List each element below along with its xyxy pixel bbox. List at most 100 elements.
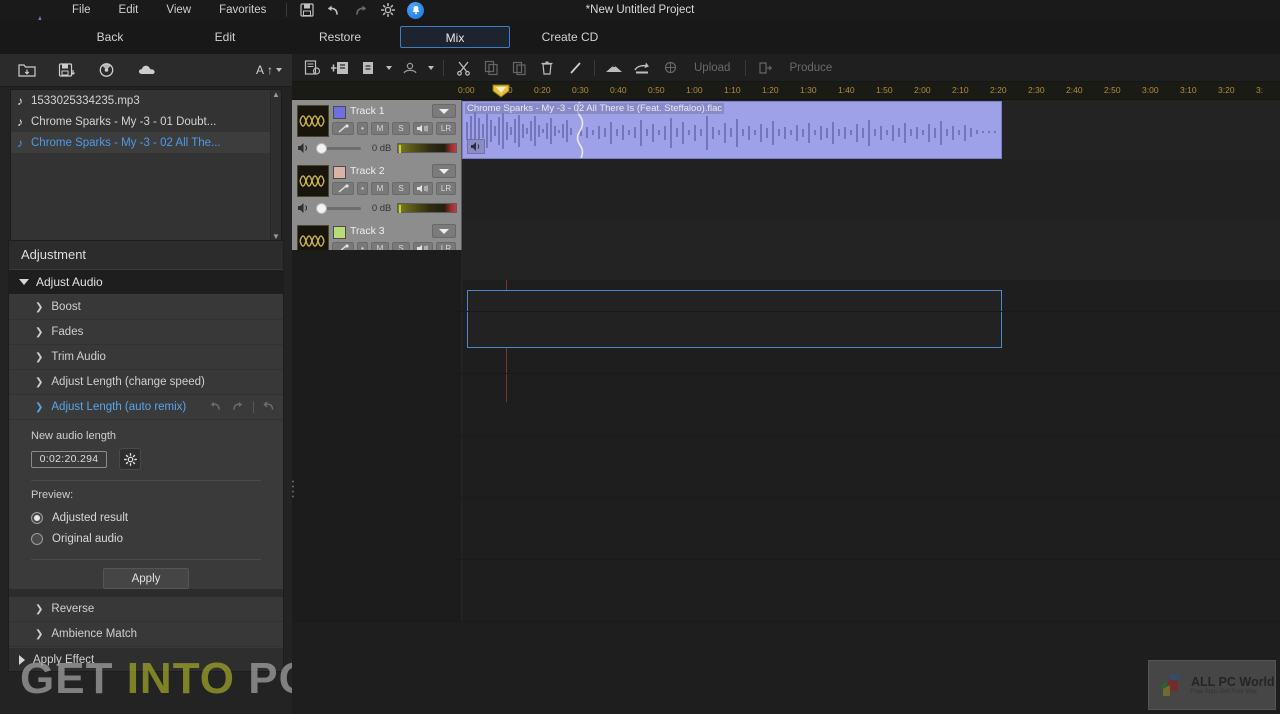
track-header-1[interactable]: Track 1 • M S LR 0 dB — [292, 100, 462, 160]
envelope-icon[interactable] — [600, 56, 628, 80]
track-output-icon[interactable] — [413, 122, 433, 135]
menu-edit[interactable]: Edit — [105, 0, 153, 20]
library-scrollbar[interactable]: ▲ ▼ — [270, 90, 281, 240]
track-lane-1[interactable]: Chrome Sparks - My -3 - 02 All There Is … — [462, 100, 1280, 160]
menu-favorites[interactable]: Favorites — [205, 0, 280, 20]
adjust-row-change-speed[interactable]: ❯ Adjust Length (change speed) — [9, 370, 283, 395]
adjust-row-fades[interactable]: ❯ Fades — [9, 320, 283, 345]
sort-order-dropdown[interactable]: A ↑ — [256, 63, 282, 77]
empty-track-row[interactable] — [292, 560, 1280, 622]
notification-badge-icon[interactable] — [407, 1, 425, 19]
empty-track-row[interactable] — [292, 436, 1280, 498]
import-cd-icon[interactable] — [94, 59, 120, 81]
slider-knob[interactable] — [316, 202, 327, 214]
copy-icon[interactable] — [477, 56, 505, 80]
empty-track-row[interactable] — [292, 498, 1280, 560]
undo-icon[interactable] — [209, 400, 222, 414]
adjust-audio-section-header[interactable]: Adjust Audio — [9, 269, 283, 295]
chevron-down-icon[interactable] — [424, 56, 438, 80]
radio-adjusted-result[interactable]: Adjusted result — [31, 507, 261, 528]
playhead-marker-icon[interactable] — [492, 84, 510, 98]
speaker-icon[interactable] — [297, 201, 310, 215]
delete-icon[interactable] — [533, 56, 561, 80]
mix-icon[interactable] — [656, 56, 684, 80]
adjust-row-ambience-match[interactable]: ❯ Ambience Match — [9, 622, 283, 647]
radio-original-audio[interactable]: Original audio — [31, 528, 261, 549]
track-properties-icon[interactable] — [298, 56, 326, 80]
audio-clip[interactable]: Chrome Sparks - My -3 - 02 All There Is … — [462, 101, 1002, 159]
gear-icon[interactable] — [380, 3, 395, 18]
lr-pan-button[interactable]: LR — [436, 182, 456, 195]
apply-effect-section[interactable]: Apply Effect — [9, 647, 283, 671]
tab-restore[interactable]: Restore — [285, 26, 395, 48]
speaker-icon[interactable] — [297, 141, 310, 155]
adjust-row-trim-audio[interactable]: ❯ Trim Audio — [9, 345, 283, 370]
volume-slider[interactable] — [316, 202, 362, 214]
empty-track-row[interactable] — [292, 374, 1280, 436]
import-file-icon[interactable] — [14, 59, 40, 81]
solo-button[interactable]: S — [392, 182, 410, 195]
scroll-up-icon[interactable]: ▲ — [272, 90, 280, 100]
tab-edit[interactable]: Edit — [170, 26, 280, 48]
empty-track-row[interactable] — [292, 250, 1280, 312]
chevron-down-icon[interactable] — [382, 56, 396, 80]
slider-knob[interactable] — [316, 142, 327, 154]
list-item[interactable]: ♪ Chrome Sparks - My -3 - 01 Doubt... — [11, 111, 281, 132]
tab-back[interactable]: Back — [55, 26, 165, 48]
menu-view[interactable]: View — [152, 0, 205, 20]
media-library-list[interactable]: ♪ 1533025334235.mp3 ♪ Chrome Sparks - My… — [10, 89, 282, 241]
solo-button[interactable]: S — [392, 122, 410, 135]
pencil-icon[interactable] — [561, 56, 589, 80]
redo-icon[interactable] — [353, 3, 368, 18]
mute-button[interactable]: M — [371, 182, 389, 195]
radio-button-icon[interactable] — [31, 532, 43, 545]
reset-icon[interactable] — [263, 400, 275, 414]
list-item-selected[interactable]: ♪ Chrome Sparks - My -3 - 02 All The... — [11, 132, 281, 153]
add-track-icon[interactable] — [326, 56, 354, 80]
track-dropdown-button[interactable] — [432, 104, 456, 118]
cut-icon[interactable] — [449, 56, 477, 80]
save-icon[interactable] — [299, 3, 314, 18]
volume-slider[interactable] — [316, 142, 362, 154]
adjust-row-reverse[interactable]: ❯ Reverse — [9, 597, 283, 622]
mute-button[interactable]: M — [371, 122, 389, 135]
new-audio-length-input[interactable]: 0:02:20.294 — [31, 450, 107, 468]
timeline-splitter-grip[interactable]: • • • • — [291, 479, 295, 508]
adjust-row-boost[interactable]: ❯ Boost — [9, 295, 283, 320]
timeline-ruler[interactable]: 0:00 0:10 0:20 0:30 0:40 0:50 1:00 1:10 … — [292, 82, 1280, 100]
produce-icon[interactable] — [751, 56, 779, 80]
export-icon[interactable] — [628, 56, 656, 80]
clip-mute-icon[interactable] — [467, 139, 485, 154]
redo-icon[interactable] — [231, 400, 244, 414]
duplicate-track-icon[interactable] — [354, 56, 382, 80]
list-item[interactable]: ♪ 1533025334235.mp3 — [11, 90, 281, 111]
track-color-chip[interactable] — [333, 166, 346, 179]
track-menu-icon[interactable]: • — [357, 182, 368, 195]
track-menu-icon[interactable]: • — [357, 122, 368, 135]
radio-button-icon[interactable] — [31, 511, 43, 524]
track-lane-2[interactable] — [462, 160, 1280, 220]
track-dropdown-button[interactable] — [432, 164, 456, 178]
adjust-row-auto-remix[interactable]: ❯ Adjust Length (auto remix) — [9, 395, 283, 420]
produce-button[interactable]: Produce — [779, 62, 842, 74]
apply-button[interactable]: Apply — [103, 568, 189, 589]
track-output-icon[interactable] — [413, 182, 433, 195]
track-color-chip[interactable] — [333, 106, 346, 119]
paste-icon[interactable] — [505, 56, 533, 80]
lr-pan-button[interactable]: LR — [436, 122, 456, 135]
marker-icon[interactable] — [396, 56, 424, 80]
cloud-icon[interactable] — [134, 59, 160, 81]
undo-icon[interactable] — [326, 3, 341, 18]
menu-file[interactable]: File — [58, 0, 105, 20]
tab-create-cd[interactable]: Create CD — [515, 26, 625, 48]
record-arm-icon[interactable] — [332, 122, 354, 135]
tab-mix[interactable]: Mix — [400, 26, 510, 48]
track-color-chip[interactable] — [333, 226, 346, 239]
save-file-icon[interactable] — [54, 59, 80, 81]
upload-button[interactable]: Upload — [684, 62, 740, 74]
track-dropdown-button[interactable] — [432, 224, 456, 238]
settings-gear-icon[interactable] — [119, 448, 141, 470]
record-arm-icon[interactable] — [332, 182, 354, 195]
track-header-2[interactable]: Track 2 • M S LR 0 dB — [292, 160, 462, 220]
empty-track-row[interactable] — [292, 312, 1280, 374]
